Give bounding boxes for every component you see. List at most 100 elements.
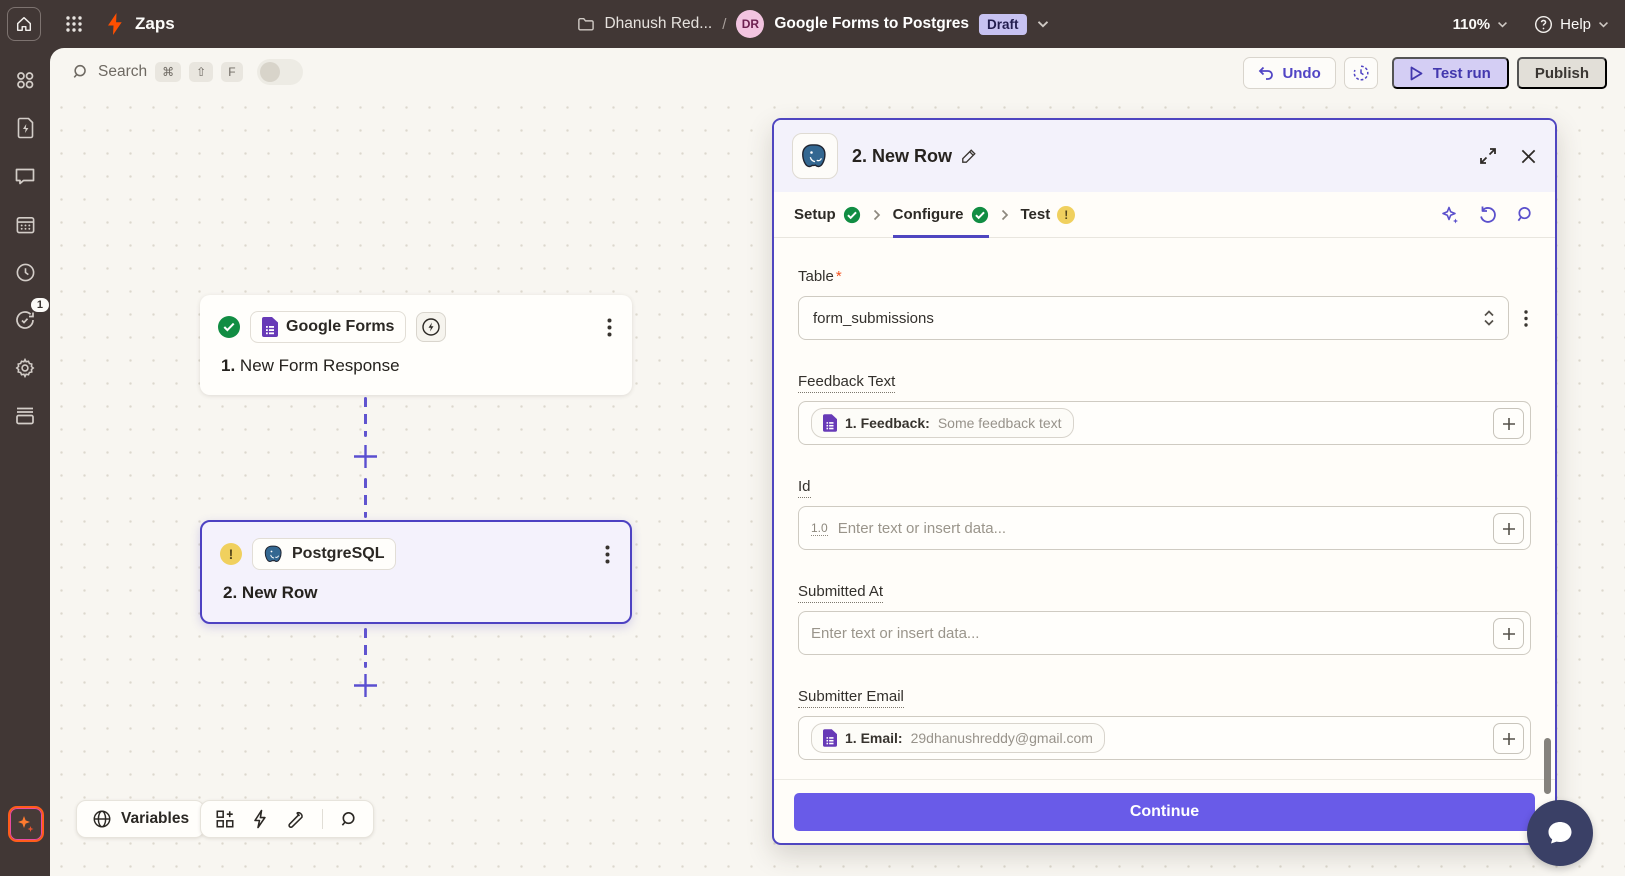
status-badge: Draft bbox=[979, 14, 1027, 35]
toolbar-toggle[interactable] bbox=[257, 59, 303, 85]
zoom-level-control[interactable]: 110% bbox=[1453, 16, 1509, 33]
chevron-down-icon[interactable] bbox=[1037, 20, 1049, 28]
sidebar-item-tables[interactable] bbox=[7, 398, 43, 434]
app-pill-google-forms[interactable]: Google Forms bbox=[250, 311, 406, 343]
sidebar-item-settings[interactable] bbox=[7, 350, 43, 386]
refresh-icon[interactable] bbox=[1478, 205, 1498, 225]
search-bar[interactable]: Search ⌘ ⇧ F bbox=[72, 59, 303, 85]
ai-sparkle-icon[interactable] bbox=[1440, 205, 1460, 225]
id-input[interactable]: 1.0 Enter text or insert data... bbox=[798, 506, 1531, 550]
zapier-bolt-icon bbox=[105, 12, 125, 36]
sidebar-item-chat[interactable] bbox=[7, 158, 43, 194]
topbar-right: 110% Help bbox=[1453, 0, 1609, 48]
sidebar-item-apps[interactable] bbox=[7, 62, 43, 98]
chevron-right-icon bbox=[873, 209, 881, 221]
breadcrumb-folder[interactable]: Dhanush Red... bbox=[604, 15, 712, 33]
table-select-value: form_submissions bbox=[813, 310, 934, 327]
undo-button[interactable]: Undo bbox=[1243, 57, 1335, 89]
input-placeholder: Enter text or insert data... bbox=[811, 625, 979, 642]
undo-icon bbox=[1258, 66, 1274, 80]
tab-test[interactable]: Test ! bbox=[1021, 192, 1076, 238]
input-placeholder: Enter text or insert data... bbox=[838, 520, 1006, 537]
token-prefix: 1. Feedback: bbox=[845, 415, 930, 431]
tab-setup[interactable]: Setup bbox=[794, 192, 861, 238]
submitter-email-input[interactable]: 1. Email: 29dhanushreddy@gmail.com bbox=[798, 716, 1531, 760]
step-node-google-forms[interactable]: Google Forms 1. New Form Response bbox=[200, 295, 632, 395]
step-tabs: Setup Configure Test ! bbox=[774, 192, 1555, 238]
node-menu-icon[interactable] bbox=[603, 543, 612, 566]
insert-data-button[interactable] bbox=[1493, 618, 1524, 649]
continue-button[interactable]: Continue bbox=[794, 793, 1535, 831]
number-type-hint: 1.0 bbox=[811, 521, 828, 536]
test-run-label: Test run bbox=[1433, 65, 1491, 82]
variables-button[interactable]: Variables bbox=[76, 800, 205, 838]
add-step-button[interactable] bbox=[352, 443, 379, 470]
bolt-tool-icon[interactable] bbox=[252, 809, 268, 829]
test-run-button[interactable]: Test run bbox=[1392, 57, 1509, 89]
top-bar: Zaps Dhanush Red... / DR Google Forms to… bbox=[0, 0, 1625, 48]
node-title-text: New Row bbox=[242, 583, 318, 602]
submitted-at-input[interactable]: Enter text or insert data... bbox=[798, 611, 1531, 655]
help-menu[interactable]: Help bbox=[1534, 15, 1609, 34]
success-check-icon bbox=[843, 206, 861, 224]
warning-icon: ! bbox=[220, 543, 242, 565]
node-menu-icon[interactable] bbox=[605, 316, 614, 339]
panel-header: 2. New Row bbox=[774, 120, 1555, 192]
zap-name[interactable]: Google Forms to Postgres bbox=[774, 15, 969, 33]
field-label: Table* bbox=[798, 268, 1531, 285]
home-button[interactable] bbox=[7, 7, 41, 41]
search-icon bbox=[72, 63, 90, 81]
app-grid-icon[interactable] bbox=[65, 15, 83, 33]
app-title: Zaps bbox=[135, 14, 175, 34]
sidebar-item-zap-runs[interactable]: 1 bbox=[7, 302, 43, 338]
tab-label: Configure bbox=[893, 206, 964, 223]
brand: Zaps bbox=[105, 12, 175, 36]
add-note-icon[interactable] bbox=[215, 809, 235, 829]
google-forms-icon bbox=[823, 729, 837, 747]
add-step-button[interactable] bbox=[352, 672, 379, 699]
variables-label: Variables bbox=[121, 810, 189, 828]
insert-data-button[interactable] bbox=[1493, 723, 1524, 754]
field-submitted-at: Submitted At Enter text or insert data..… bbox=[798, 583, 1531, 655]
canvas-toolbar: Search ⌘ ⇧ F Undo Test run bbox=[50, 48, 1625, 96]
expand-icon[interactable] bbox=[1478, 146, 1498, 166]
sidebar-item-history[interactable] bbox=[7, 254, 43, 290]
label-text: Id bbox=[798, 478, 811, 498]
tools-icon[interactable] bbox=[285, 809, 305, 829]
mapped-field-token[interactable]: 1. Email: 29dhanushreddy@gmail.com bbox=[811, 723, 1105, 753]
left-sidebar: 1 bbox=[0, 48, 50, 876]
panel-title: 2. New Row bbox=[852, 146, 977, 167]
field-submitter-email: Submitter Email 1. Email: 29dhanushreddy… bbox=[798, 688, 1531, 760]
zoom-search-icon[interactable] bbox=[340, 810, 359, 829]
edit-pencil-icon[interactable] bbox=[961, 148, 977, 164]
tab-configure[interactable]: Configure bbox=[893, 192, 989, 238]
node-title: 1. New Form Response bbox=[218, 356, 614, 376]
ai-copilot-button[interactable] bbox=[8, 806, 44, 842]
insert-data-button[interactable] bbox=[1493, 513, 1524, 544]
app-pill-postgresql[interactable]: PostgreSQL bbox=[252, 538, 396, 570]
table-select[interactable]: form_submissions bbox=[798, 296, 1509, 340]
toolbar-actions: Undo Test run Publish bbox=[1243, 57, 1607, 89]
mapped-field-token[interactable]: 1. Feedback: Some feedback text bbox=[811, 408, 1074, 438]
field-feedback-text: Feedback Text 1. Feedback: Some feedback… bbox=[798, 373, 1531, 445]
feedback-text-input[interactable]: 1. Feedback: Some feedback text bbox=[798, 401, 1531, 445]
success-check-icon bbox=[218, 316, 240, 338]
field-menu-icon[interactable] bbox=[1521, 307, 1531, 330]
editor-canvas[interactable]: Search ⌘ ⇧ F Undo Test run bbox=[50, 48, 1625, 876]
close-icon[interactable] bbox=[1520, 148, 1537, 165]
canvas-tools bbox=[200, 800, 374, 838]
support-chat-button[interactable] bbox=[1527, 800, 1593, 866]
undo-label: Undo bbox=[1282, 65, 1320, 82]
sidebar-item-calendar[interactable] bbox=[7, 206, 43, 242]
google-forms-icon bbox=[262, 317, 278, 337]
label-text: Feedback Text bbox=[798, 373, 895, 393]
search-fields-icon[interactable] bbox=[1516, 205, 1535, 224]
sidebar-item-zap-templates[interactable] bbox=[7, 110, 43, 146]
panel-scrollbar[interactable] bbox=[1544, 738, 1551, 794]
insert-data-button[interactable] bbox=[1493, 408, 1524, 439]
panel-title-text: 2. New Row bbox=[852, 146, 952, 167]
step-node-postgresql[interactable]: ! PostgreSQL 2. New Row bbox=[200, 520, 632, 624]
instant-trigger-icon[interactable] bbox=[416, 312, 446, 342]
version-history-button[interactable] bbox=[1344, 57, 1378, 89]
publish-button[interactable]: Publish bbox=[1517, 57, 1607, 89]
